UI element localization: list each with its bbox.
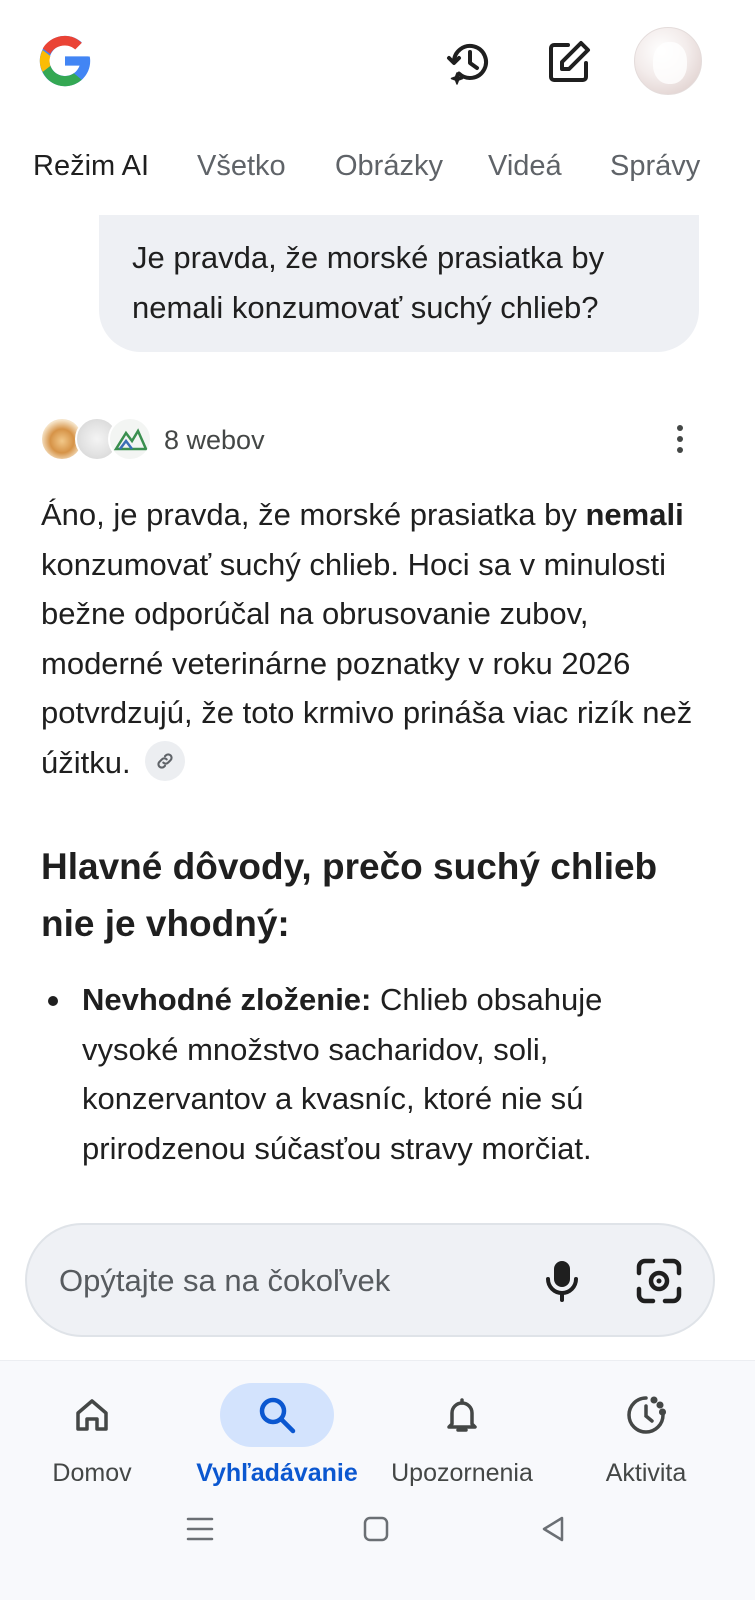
bullet-dot (48, 996, 58, 1006)
search-placeholder: Opýtajte sa na čokoľvek (59, 1263, 391, 1298)
answer-text: Áno, je pravda, že morské prasiatka by (41, 497, 586, 532)
tab-spravy[interactable]: Správy (610, 150, 700, 183)
search-input[interactable]: Opýtajte sa na čokoľvek (25, 1223, 715, 1337)
bullet-title: Nevhodné zloženie: (82, 982, 372, 1017)
bottom-navigation: Domov Vyhľadávanie Upozornenia Aktivita (0, 1360, 755, 1600)
tab-obrazky[interactable]: Obrázky (335, 150, 443, 183)
source-favicon (108, 417, 152, 461)
edit-icon[interactable] (541, 34, 597, 90)
search-icon (220, 1383, 334, 1447)
nav-item-notifications[interactable]: Upozornenia (372, 1373, 552, 1493)
sources-row[interactable]: 8 webov (40, 415, 715, 465)
user-query-text: Je pravda, že morské prasiatka by nemali… (132, 240, 605, 325)
home-square-icon[interactable] (356, 1509, 396, 1549)
top-bar (0, 0, 755, 125)
history-icon[interactable] (442, 34, 498, 90)
page: Režim AI Všetko Obrázky Videá Správy Je … (0, 0, 755, 1600)
tabs-bar: Režim AI Všetko Obrázky Videá Správy (0, 140, 755, 196)
answer-text: konzumovať suchý chlieb. Hoci sa v minul… (41, 546, 693, 780)
recent-apps-icon[interactable] (180, 1509, 220, 1549)
bullet-text: Nevhodné zloženie: Chlieb obsahuje vysok… (82, 975, 682, 1173)
nav-label: Upozornenia (391, 1459, 533, 1487)
nav-label: Vyhľadávanie (196, 1459, 358, 1487)
tab-videa[interactable]: Videá (488, 150, 562, 183)
nav-item-activity[interactable]: Aktivita (556, 1373, 736, 1493)
bell-icon (405, 1383, 519, 1447)
tab-vsetko[interactable]: Všetko (197, 150, 286, 183)
user-query-bubble: Je pravda, že morské prasiatka by nemali… (99, 215, 699, 352)
home-icon (35, 1383, 149, 1447)
activity-icon (589, 1383, 703, 1447)
nav-label: Domov (52, 1459, 132, 1487)
google-logo[interactable] (34, 30, 96, 92)
ai-answer: Áno, je pravda, že morské prasiatka by n… (41, 490, 701, 787)
back-icon[interactable] (533, 1509, 573, 1549)
nav-item-home[interactable]: Domov (2, 1373, 182, 1493)
avatar[interactable] (634, 27, 702, 95)
microphone-icon[interactable] (537, 1255, 587, 1305)
nav-label: Aktivita (605, 1459, 687, 1487)
nav-item-search[interactable]: Vyhľadávanie (187, 1373, 367, 1493)
link-icon[interactable] (145, 741, 186, 782)
section-heading: Hlavné dôvody, prečo suchý chlieb nie je… (41, 846, 658, 944)
sources-count: 8 webov (164, 425, 265, 455)
tab-rezim-ai[interactable]: Režim AI (33, 150, 149, 183)
system-navigation (0, 1491, 755, 1600)
answer-bold: nemali (585, 497, 684, 532)
google-lens-icon[interactable] (633, 1255, 685, 1307)
more-options-icon[interactable] (668, 419, 692, 459)
